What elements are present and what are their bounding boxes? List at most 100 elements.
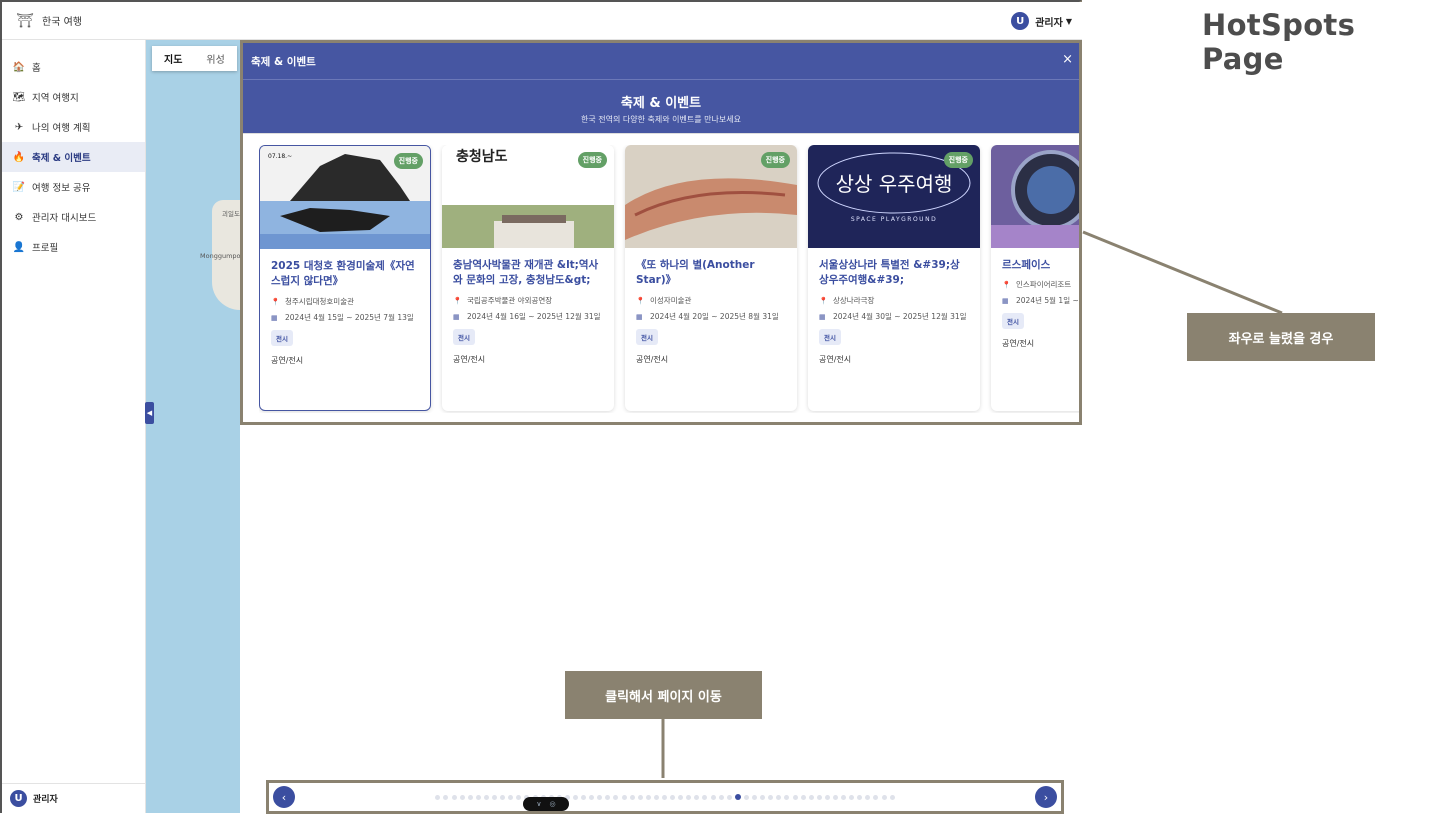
pager-dot[interactable] — [816, 794, 822, 800]
map-controls-pill[interactable]: ∨ ◎ — [523, 797, 569, 811]
annotation-click-note: 클릭해서 페이지 이동 — [565, 671, 762, 719]
sidebar-item-admin[interactable]: ⚙ 관리자 대시보드 — [2, 202, 145, 232]
festival-modal: 축제 & 이벤트 × 축제 & 이벤트 한국 전역의 다양한 축제와 이벤트를 … — [240, 40, 1082, 425]
pager-dot-active[interactable] — [734, 794, 741, 800]
pager-dot[interactable] — [645, 794, 651, 800]
pager-dot[interactable] — [784, 794, 790, 800]
pager-dot[interactable] — [800, 794, 806, 800]
event-date: 2024년 5월 1일 ~ — [1016, 296, 1079, 305]
sidebar-user[interactable]: U 관리자 — [2, 783, 145, 813]
next-page-button[interactable]: › — [1035, 786, 1057, 808]
pager-dot[interactable] — [726, 794, 732, 800]
event-card[interactable]: 진행중 《또 하나의 별(Another Star)》 📍 이성자미술관 ▦ 202… — [625, 145, 797, 411]
pager-dot[interactable] — [508, 794, 514, 800]
sidebar-item-share[interactable]: 📝 여행 정보 공유 — [2, 172, 145, 202]
pager-dot[interactable] — [581, 794, 587, 800]
pager-dot[interactable] — [653, 794, 659, 800]
pager-dot[interactable] — [832, 794, 838, 800]
map-view[interactable]: 괴일도 Monggumpo 지도 위성 — [146, 40, 240, 813]
pin-icon: 📍 — [1002, 280, 1011, 289]
pager-dot[interactable] — [865, 794, 871, 800]
pager-dot[interactable] — [605, 794, 611, 800]
pager-dot[interactable] — [451, 794, 457, 800]
pager-dot[interactable] — [475, 794, 481, 800]
person-icon: 👤 — [12, 241, 26, 253]
pager-dot[interactable] — [621, 794, 627, 800]
pager-dot[interactable] — [678, 794, 684, 800]
event-card[interactable]: 르스페이스 📍 인스파이어리조트 ▦ 2024년 5월 1일 ~ 전시 공연/전시 — [991, 145, 1079, 411]
pager-dot[interactable] — [613, 794, 619, 800]
pager-dot[interactable] — [743, 794, 749, 800]
sidebar-item-my-trips[interactable]: ✈ 나의 여행 계획 — [2, 112, 145, 142]
event-card-carousel[interactable]: 07.18.~ 진행중 2025 대청호 환경미술제《자연스럽지 않다면》 📍 청… — [259, 145, 1079, 413]
pager-dot[interactable] — [824, 794, 830, 800]
sidebar-item-festivals[interactable]: 🔥 축제 & 이벤트 — [2, 142, 145, 172]
image-caption: 07.18.~ — [268, 153, 292, 160]
pager-dot[interactable] — [752, 794, 758, 800]
pager-dot[interactable] — [808, 794, 814, 800]
pager-dot[interactable] — [873, 794, 879, 800]
calendar-icon: ▦ — [453, 312, 460, 321]
pager-dot[interactable] — [467, 794, 473, 800]
app-title[interactable]: 한국 여행 — [42, 13, 82, 28]
pager-dot[interactable] — [841, 794, 847, 800]
locate-icon[interactable]: ◎ — [550, 800, 556, 808]
pager-dot[interactable] — [710, 794, 716, 800]
event-title[interactable]: 2025 대청호 환경미술제《자연스럽지 않다면》 — [271, 259, 419, 291]
sidebar-item-label: 축제 & 이벤트 — [32, 153, 91, 164]
event-image: 충청남도 진행중 — [442, 145, 614, 248]
pager-dot[interactable] — [857, 794, 863, 800]
pager-dot[interactable] — [459, 794, 465, 800]
pager-dot[interactable] — [881, 794, 887, 800]
event-card[interactable]: 상상 우주여행 SPACE PLAYGROUND 진행중 서울상상나라 특별전 … — [808, 145, 980, 411]
event-category: 공연/전시 — [453, 355, 486, 364]
sidebar-item-profile[interactable]: 👤 프로필 — [2, 232, 145, 262]
pager-dot[interactable] — [492, 794, 498, 800]
sidebar-item-regions[interactable]: 🗺 지역 여행지 — [2, 82, 145, 112]
chevron-down-icon[interactable]: ∨ — [536, 800, 541, 808]
caret-down-icon: ▼ — [1065, 16, 1072, 26]
event-title[interactable]: 르스페이스 — [1002, 258, 1079, 274]
pager-dot[interactable] — [760, 794, 766, 800]
pager-dot[interactable] — [589, 794, 595, 800]
image-caption: 상상 우주여행 — [836, 172, 953, 196]
pager-dot[interactable] — [768, 794, 774, 800]
sidebar-collapse-button[interactable]: ◀ — [145, 402, 154, 424]
tab-satellite[interactable]: 위성 — [194, 46, 236, 71]
sidebar-item-home[interactable]: 🏠 홈 — [2, 52, 145, 82]
event-title[interactable]: 서울상상나라 특별전 &#39;상상우주여행&#39; — [819, 258, 969, 290]
sidebar-item-label: 여행 정보 공유 — [32, 183, 91, 194]
event-card[interactable]: 07.18.~ 진행중 2025 대청호 환경미술제《자연스럽지 않다면》 📍 청… — [259, 145, 431, 411]
pager-dot[interactable] — [718, 794, 724, 800]
avatar: U — [10, 790, 27, 807]
pager-dot[interactable] — [435, 794, 441, 800]
carousel-pager: ‹ › — [266, 780, 1064, 814]
pager-dot[interactable] — [694, 794, 700, 800]
close-icon[interactable]: × — [1062, 52, 1073, 67]
pager-dot[interactable] — [629, 794, 635, 800]
pager-dot[interactable] — [792, 794, 798, 800]
pager-dot[interactable] — [849, 794, 855, 800]
pager-dot[interactable] — [670, 794, 676, 800]
pager-dot[interactable] — [572, 794, 578, 800]
pager-dot[interactable] — [662, 794, 667, 800]
tab-map[interactable]: 지도 — [152, 46, 194, 71]
event-title[interactable]: 《또 하나의 별(Another Star)》 — [636, 258, 786, 290]
pager-dot[interactable] — [597, 794, 603, 800]
pager-dot[interactable] — [776, 794, 782, 800]
map-label: Monggumpo — [200, 252, 240, 260]
pager-dot[interactable] — [500, 794, 506, 800]
temple-icon[interactable]: ⛩ — [16, 12, 34, 30]
pager-dot[interactable] — [443, 794, 449, 800]
pager-dot[interactable] — [686, 794, 692, 800]
pager-dot[interactable] — [483, 794, 489, 800]
pager-dot[interactable] — [702, 794, 708, 800]
prev-page-button[interactable]: ‹ — [273, 786, 295, 808]
event-tag: 전시 — [453, 329, 475, 345]
pager-dot[interactable] — [637, 794, 643, 800]
user-menu[interactable]: U 관리자 ▼ — [1011, 12, 1072, 30]
pager-dot[interactable] — [889, 794, 895, 800]
event-card[interactable]: 충청남도 진행중 충남역사박물관 재개관 &lt;역사와 문화의 고장, 충청남… — [442, 145, 614, 411]
pager-dot[interactable] — [516, 794, 522, 800]
event-title[interactable]: 충남역사박물관 재개관 &lt;역사와 문화의 고장, 충청남도&gt; — [453, 258, 603, 290]
